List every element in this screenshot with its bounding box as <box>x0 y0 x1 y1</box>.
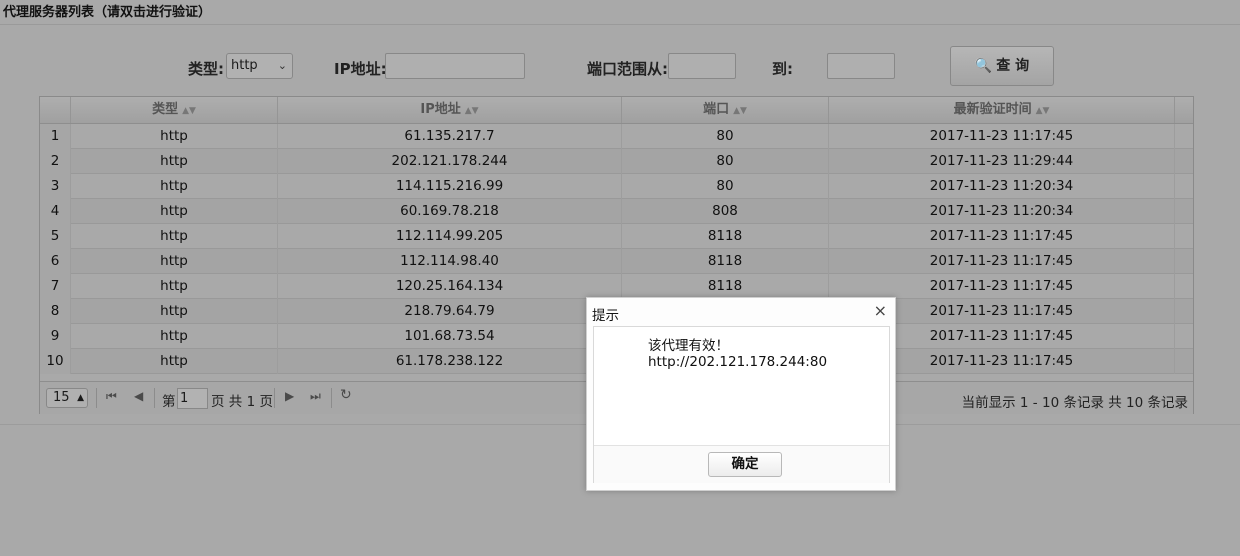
cell-type: http <box>71 149 278 174</box>
cell-port: 8118 <box>622 224 829 249</box>
cell-time: 2017-11-23 11:20:34 <box>829 199 1175 224</box>
close-icon[interactable]: × <box>874 301 887 320</box>
port-to-label: 到: <box>772 60 793 78</box>
type-select[interactable]: http ⌄ <box>226 53 293 79</box>
row-number: 2 <box>40 149 71 174</box>
port-to-input[interactable] <box>827 53 895 79</box>
table-row[interactable]: 4 http 60.169.78.218 808 2017-11-23 11:20:34 <box>40 199 1193 224</box>
sort-icon: ▲▼ <box>464 106 479 116</box>
cell-ip: 112.114.99.205 <box>278 224 622 249</box>
cell-ip: 60.169.78.218 <box>278 199 622 224</box>
dialog-message-line1: 该代理有效！ <box>648 338 729 354</box>
row-number: 9 <box>40 324 71 349</box>
panel-title: 代理服务器列表（请双击进行验证） <box>0 0 1240 25</box>
page-suffix: 页 共 1 页 <box>211 394 273 410</box>
updown-icon: ▲ <box>77 393 84 403</box>
query-button[interactable]: 🔍 查 询 <box>950 46 1054 86</box>
type-select-value: http <box>231 58 258 73</box>
cell-ip: 202.121.178.244 <box>278 149 622 174</box>
sort-icon: ▲▼ <box>182 106 196 116</box>
ip-input[interactable] <box>385 53 525 79</box>
table-header: 类型 ▲▼ IP地址 ▲▼ 端口 ▲▼ 最新验证时间 ▲▼ <box>40 97 1193 124</box>
cell-type: http <box>71 174 278 199</box>
row-number: 4 <box>40 199 71 224</box>
row-number: 6 <box>40 249 71 274</box>
port-from-input[interactable] <box>668 53 736 79</box>
type-label: 类型: <box>188 60 224 78</box>
cell-port: 8118 <box>622 249 829 274</box>
dialog-title: 提示 <box>592 308 619 324</box>
cell-type: http <box>71 249 278 274</box>
cell-ip: 61.178.238.122 <box>278 349 622 374</box>
cell-port: 80 <box>622 124 829 149</box>
table-row[interactable]: 6 http 112.114.98.40 8118 2017-11-23 11:17:4… <box>40 249 1193 274</box>
row-number: 1 <box>40 124 71 149</box>
dialog-body: 该代理有效！ http://202.121.178.244:80 确定 <box>593 326 890 483</box>
cell-type: http <box>71 299 278 324</box>
cell-time: 2017-11-23 11:17:45 <box>829 249 1175 274</box>
chevron-down-icon: ⌄ <box>277 59 287 72</box>
header-port[interactable]: 端口 ▲▼ <box>622 97 829 123</box>
cell-ip: 120.25.164.134 <box>278 274 622 299</box>
sort-icon: ▲▼ <box>1035 106 1050 116</box>
row-number: 3 <box>40 174 71 199</box>
table-row[interactable]: 1 http 61.135.217.7 80 2017-11-23 11:17:45 <box>40 124 1193 149</box>
sort-icon: ▲▼ <box>733 106 747 116</box>
row-number: 8 <box>40 299 71 324</box>
cell-ip: 101.68.73.54 <box>278 324 622 349</box>
row-number: 10 <box>40 349 71 374</box>
first-page-icon[interactable]: ⏮ <box>106 389 117 404</box>
query-button-label: 查 询 <box>996 58 1030 74</box>
cell-time: 2017-11-23 11:29:44 <box>829 149 1175 174</box>
prev-page-icon[interactable]: ◀ <box>134 389 143 403</box>
cell-type: http <box>71 124 278 149</box>
cell-ip: 112.114.98.40 <box>278 249 622 274</box>
table-row[interactable]: 5 http 112.114.99.205 8118 2017-11-23 11:17:… <box>40 224 1193 249</box>
search-icon: 🔍 <box>974 58 993 74</box>
cell-ip: 114.115.216.99 <box>278 174 622 199</box>
alert-dialog: 提示 × 该代理有效！ http://202.121.178.244:80 确定 <box>586 297 896 491</box>
next-page-icon[interactable]: ▶ <box>285 389 294 403</box>
cell-time: 2017-11-23 11:20:34 <box>829 174 1175 199</box>
cell-port: 80 <box>622 174 829 199</box>
header-rownum <box>40 97 71 123</box>
dialog-message: 该代理有效！ http://202.121.178.244:80 <box>648 338 827 370</box>
cell-type: http <box>71 324 278 349</box>
ip-label: IP地址: <box>334 60 387 78</box>
record-info: 当前显示 1 - 10 条记录 共 10 条记录 <box>961 395 1188 411</box>
page-size-select[interactable]: 15 ▲ <box>46 388 88 408</box>
refresh-icon[interactable]: ↻ <box>340 387 352 403</box>
cell-type: http <box>71 274 278 299</box>
cell-type: http <box>71 199 278 224</box>
cell-port: 8118 <box>622 274 829 299</box>
cell-time: 2017-11-23 11:17:45 <box>829 274 1175 299</box>
last-page-icon[interactable]: ⏭ <box>310 389 321 404</box>
cell-ip: 61.135.217.7 <box>278 124 622 149</box>
cell-time: 2017-11-23 11:17:45 <box>829 224 1175 249</box>
header-type[interactable]: 类型 ▲▼ <box>71 97 278 123</box>
table-row[interactable]: 7 http 120.25.164.134 8118 2017-11-23 11:17:… <box>40 274 1193 299</box>
header-time[interactable]: 最新验证时间 ▲▼ <box>829 97 1175 123</box>
dialog-footer: 确定 <box>594 445 889 483</box>
page-prefix: 第 <box>162 394 176 410</box>
cell-type: http <box>71 349 278 374</box>
cell-type: http <box>71 224 278 249</box>
row-number: 7 <box>40 274 71 299</box>
row-number: 5 <box>40 224 71 249</box>
port-from-label: 端口范围从: <box>587 60 668 78</box>
table-row[interactable]: 3 http 114.115.216.99 80 2017-11-23 11:20:34 <box>40 174 1193 199</box>
ok-button[interactable]: 确定 <box>708 452 782 477</box>
cell-port: 808 <box>622 199 829 224</box>
table-row[interactable]: 2 http 202.121.178.244 80 2017-11-23 11:29:4… <box>40 149 1193 174</box>
cell-ip: 218.79.64.79 <box>278 299 622 324</box>
cell-time: 2017-11-23 11:17:45 <box>829 124 1175 149</box>
page-number-input[interactable]: 1 <box>177 388 208 409</box>
dialog-message-line2: http://202.121.178.244:80 <box>648 354 828 370</box>
search-bar: 类型: http ⌄ IP地址: 端口范围从: 到: 🔍 查 询 <box>0 46 1240 86</box>
header-ip[interactable]: IP地址 ▲▼ <box>278 97 622 123</box>
cell-port: 80 <box>622 149 829 174</box>
